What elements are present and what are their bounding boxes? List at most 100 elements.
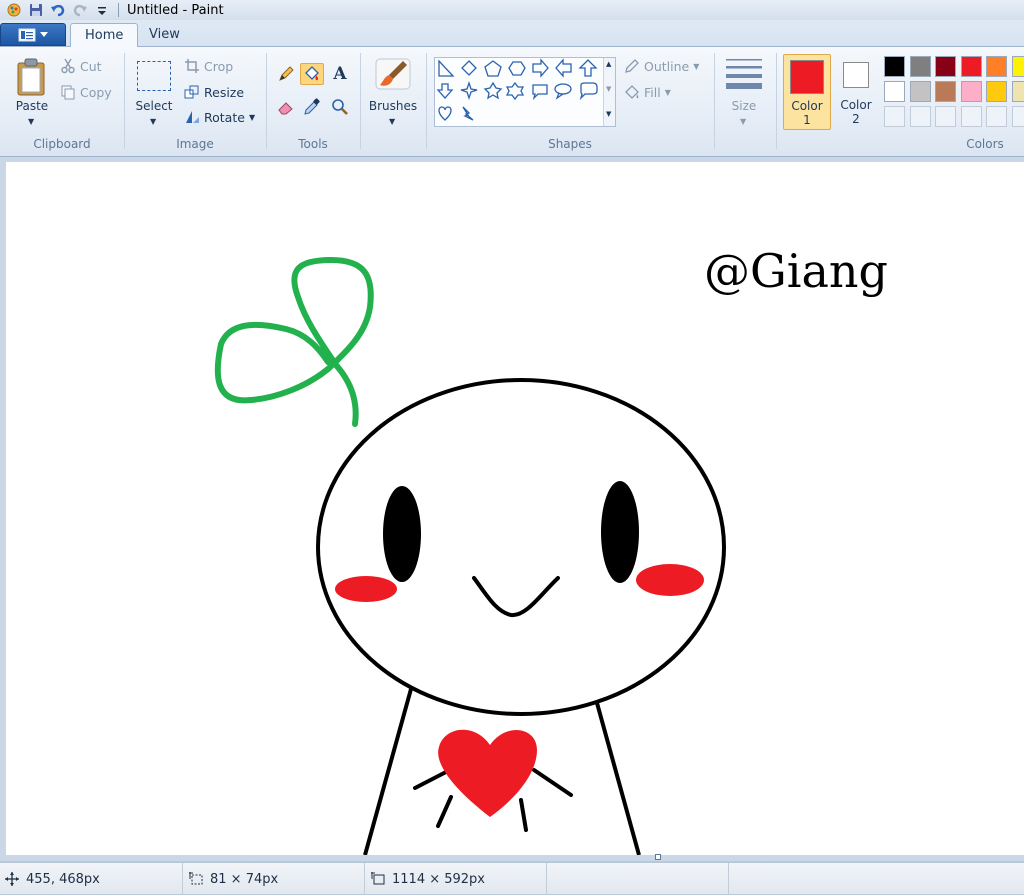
expand-gallery-icon[interactable]: ▼ bbox=[606, 110, 611, 118]
fill-icon bbox=[303, 65, 321, 83]
save-icon[interactable] bbox=[28, 2, 44, 18]
cursor-position-cell: 455, 468px bbox=[4, 863, 100, 895]
cursor-position-value: 455, 468px bbox=[26, 872, 100, 887]
paste-label: Paste bbox=[12, 99, 52, 113]
eraser-icon bbox=[277, 98, 295, 116]
crop-button[interactable]: Crop bbox=[184, 56, 233, 76]
palette-swatch[interactable] bbox=[935, 56, 956, 77]
palette-swatch[interactable] bbox=[884, 56, 905, 77]
magnifier-tool-button[interactable] bbox=[328, 96, 352, 118]
palette-swatch[interactable] bbox=[910, 81, 931, 102]
rotate-dropdown-icon[interactable]: ▼ bbox=[249, 113, 255, 122]
scroll-up-icon[interactable]: ▲ bbox=[606, 60, 611, 68]
palette-swatch[interactable] bbox=[910, 56, 931, 77]
palette-custom-slot[interactable] bbox=[935, 106, 956, 127]
palette-custom-slot[interactable] bbox=[1012, 106, 1024, 127]
left-cheek bbox=[335, 576, 397, 602]
chevron-down-icon bbox=[40, 32, 48, 38]
canvas-resize-handle[interactable] bbox=[655, 854, 661, 860]
crop-icon bbox=[184, 58, 200, 74]
cut-button[interactable]: Cut bbox=[60, 56, 102, 76]
select-label: Select bbox=[132, 99, 176, 113]
palette-swatch[interactable] bbox=[1012, 81, 1024, 102]
title-separator bbox=[118, 3, 119, 17]
palette-swatch[interactable] bbox=[884, 81, 905, 102]
copy-button[interactable]: Copy bbox=[60, 82, 112, 102]
color2-label-line1: Color bbox=[840, 98, 871, 112]
shapes-gallery-scrollbar[interactable]: ▲ ▼ ▼ bbox=[603, 58, 615, 126]
palette-custom-slot[interactable] bbox=[884, 106, 905, 127]
color2-label: Color2 bbox=[834, 98, 878, 126]
sprout-drawing bbox=[218, 260, 371, 424]
eraser-tool-button[interactable] bbox=[274, 96, 298, 118]
rotate-label: Rotate bbox=[204, 110, 245, 125]
ribbon: Paste ▼ Cut Copy Clipboard Select ▼ Crop… bbox=[0, 47, 1024, 157]
magnifier-icon bbox=[331, 98, 349, 116]
outline-button[interactable]: Outline ▼ bbox=[624, 56, 699, 76]
resize-button[interactable]: Resize bbox=[184, 82, 244, 102]
size-dropdown-icon[interactable]: ▼ bbox=[740, 117, 746, 126]
drawing-canvas[interactable]: @Giang bbox=[6, 162, 1024, 855]
color2-button[interactable]: Color2 bbox=[834, 54, 878, 130]
group-separator bbox=[266, 53, 267, 149]
left-arm-lower bbox=[438, 797, 451, 826]
canvas-workspace: @Giang bbox=[0, 157, 1024, 861]
tab-home[interactable]: Home bbox=[70, 23, 138, 48]
color1-label-line2: 1 bbox=[803, 113, 811, 127]
tools-group-label: Tools bbox=[266, 137, 360, 151]
pencil-tool-button[interactable] bbox=[274, 63, 298, 85]
paste-dropdown-icon[interactable]: ▼ bbox=[28, 117, 34, 126]
palette-custom-slot[interactable] bbox=[961, 106, 982, 127]
paste-button[interactable]: Paste ▼ bbox=[12, 55, 52, 135]
cursor-position-icon bbox=[4, 871, 20, 887]
file-menu-button[interactable] bbox=[0, 23, 66, 46]
palette-swatch[interactable] bbox=[961, 81, 982, 102]
rotate-button[interactable]: Rotate ▼ bbox=[184, 107, 255, 127]
paint-app-icon[interactable] bbox=[6, 2, 22, 18]
group-separator bbox=[360, 53, 361, 149]
redo-icon[interactable] bbox=[72, 2, 88, 18]
shapes-gallery[interactable]: ▲ ▼ ▼ bbox=[434, 57, 616, 127]
palette-swatch[interactable] bbox=[986, 56, 1007, 77]
outline-dropdown-icon[interactable]: ▼ bbox=[693, 62, 699, 71]
scroll-down-icon[interactable]: ▼ bbox=[606, 85, 611, 93]
clipboard-group-label: Clipboard bbox=[0, 137, 124, 151]
brushes-dropdown-icon[interactable]: ▼ bbox=[389, 117, 395, 126]
group-separator bbox=[426, 53, 427, 149]
window-title: Untitled - Paint bbox=[127, 3, 224, 18]
fill-tool-button[interactable] bbox=[300, 63, 324, 85]
tab-view[interactable]: View bbox=[135, 23, 194, 48]
color1-swatch bbox=[790, 60, 824, 94]
crop-label: Crop bbox=[204, 59, 233, 74]
select-icon bbox=[137, 61, 171, 91]
right-arm-lower bbox=[521, 800, 526, 830]
brushes-label: Brushes bbox=[366, 99, 420, 113]
left-arm bbox=[415, 772, 446, 788]
color1-label: Color1 bbox=[784, 99, 830, 127]
scissors-icon bbox=[60, 58, 76, 74]
smile bbox=[474, 578, 558, 615]
copy-label: Copy bbox=[80, 85, 112, 100]
fill-button[interactable]: Fill ▼ bbox=[624, 82, 671, 102]
brushes-button[interactable]: Brushes ▼ bbox=[366, 55, 420, 135]
undo-icon[interactable] bbox=[50, 2, 66, 18]
palette-swatch[interactable] bbox=[1012, 56, 1024, 77]
customize-toolbar-icon[interactable] bbox=[94, 2, 110, 18]
select-button[interactable]: Select ▼ bbox=[132, 55, 176, 135]
text-tool-button[interactable]: A bbox=[328, 63, 352, 85]
fill-dropdown-icon[interactable]: ▼ bbox=[665, 88, 671, 97]
color-picker-tool-button[interactable] bbox=[300, 96, 324, 118]
palette-custom-slot[interactable] bbox=[986, 106, 1007, 127]
head-outline bbox=[318, 380, 724, 714]
select-dropdown-icon[interactable]: ▼ bbox=[150, 117, 156, 126]
outline-pen-icon bbox=[624, 58, 640, 74]
canvas-text-watermark: @Giang bbox=[704, 244, 888, 298]
color1-button[interactable]: Color1 bbox=[783, 54, 831, 130]
palette-custom-slot[interactable] bbox=[910, 106, 931, 127]
palette-swatch[interactable] bbox=[935, 81, 956, 102]
color1-label-line1: Color bbox=[791, 99, 822, 113]
right-arm bbox=[534, 770, 571, 795]
palette-swatch[interactable] bbox=[961, 56, 982, 77]
size-button[interactable]: Size ▼ bbox=[720, 55, 768, 135]
palette-swatch[interactable] bbox=[986, 81, 1007, 102]
